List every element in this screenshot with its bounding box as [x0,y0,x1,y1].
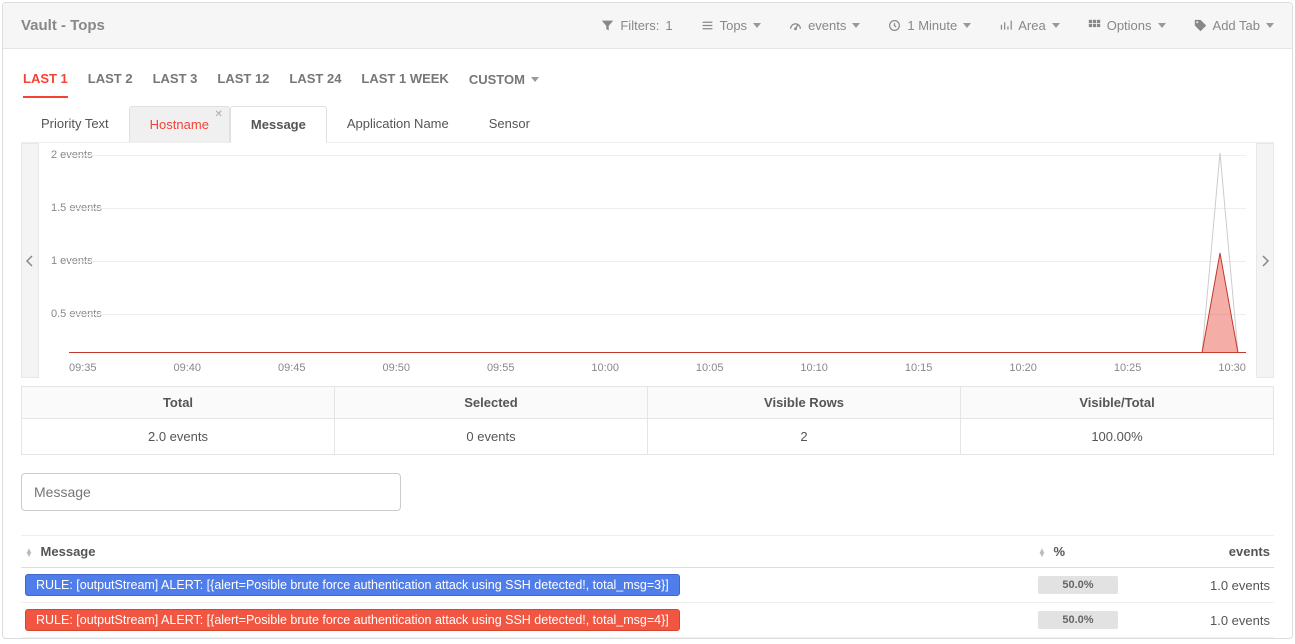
row-events: 1.0 events [1154,568,1274,603]
table-row[interactable]: RULE: [outputStream] ALERT: [{alert=Posi… [21,568,1274,603]
chevron-down-icon [1052,23,1060,28]
close-icon[interactable]: ✕ [215,109,223,120]
field-tabs: Priority Text Hostname ✕ Message Applica… [21,106,1274,143]
stats-visible-total-value: 100.00% [961,419,1273,454]
results-table: ▲▼ Message ▲▼ % events RULE: [outputStre… [21,535,1274,638]
stats-total-value: 2.0 events [22,419,334,454]
tab-message[interactable]: Message [230,106,327,143]
tab-hostname[interactable]: Hostname ✕ [129,106,230,142]
time-tab-last-2[interactable]: LAST 2 [88,71,133,98]
chevron-down-icon [1158,23,1166,28]
time-tab-last-1-week[interactable]: LAST 1 WEEK [361,71,448,98]
col-pct[interactable]: ▲▼ % [1034,536,1154,568]
message-badge: RULE: [outputStream] ALERT: [{alert=Posi… [25,574,680,596]
message-filter-input[interactable] [21,473,401,511]
clock-icon [888,19,901,32]
time-tab-last-1[interactable]: LAST 1 [23,71,68,98]
pct-bar: 50.0% [1038,611,1118,629]
x-axis [69,352,1246,353]
chart-type-dropdown[interactable]: Area [999,18,1059,33]
list-icon [701,19,714,32]
time-tab-last-24[interactable]: LAST 24 [289,71,341,98]
events-chart: 2 events 1.5 events 1 events 0.5 events … [39,143,1256,378]
stats-visible-rows-value: 2 [648,419,960,454]
col-events[interactable]: events [1154,536,1274,568]
grid-icon [1088,19,1101,32]
filter-icon [601,19,614,32]
message-badge: RULE: [outputStream] ALERT: [{alert=Posi… [25,609,680,631]
x-axis-labels: 09:35 09:40 09:45 09:50 09:55 10:00 10:0… [69,362,1246,374]
time-tab-last-12[interactable]: LAST 12 [217,71,269,98]
panel-header: Vault - Tops Filters: 1 Tops events 1 Mi… [3,3,1292,49]
stats-selected-value: 0 events [335,419,647,454]
tops-dropdown[interactable]: Tops [701,18,761,33]
col-message[interactable]: ▲▼ Message [21,536,1034,568]
chevron-down-icon [753,23,761,28]
tab-application-name[interactable]: Application Name [327,106,469,142]
add-tab-dropdown[interactable]: Add Tab [1194,18,1274,33]
time-tab-last-3[interactable]: LAST 3 [153,71,198,98]
stats-summary: Total 2.0 events Selected 0 events Visib… [21,386,1274,455]
chevron-down-icon [963,23,971,28]
chevron-down-icon [531,77,539,82]
stats-selected-header: Selected [335,387,647,419]
chevron-right-icon [1257,253,1273,269]
filters-button[interactable]: Filters: 1 [601,18,672,33]
tag-icon [1194,19,1207,32]
options-dropdown[interactable]: Options [1088,18,1166,33]
chart-next-button[interactable] [1256,143,1274,378]
time-tab-custom[interactable]: CUSTOM [469,71,539,98]
chart-prev-button[interactable] [21,143,39,378]
page-title: Vault - Tops [21,17,105,34]
row-events: 1.0 events [1154,603,1274,638]
pct-bar: 50.0% [1038,576,1118,594]
events-dropdown[interactable]: events [789,18,860,33]
tab-priority-text[interactable]: Priority Text [21,106,129,142]
stats-total-header: Total [22,387,334,419]
stats-visible-total-header: Visible/Total [961,387,1273,419]
sort-icon: ▲▼ [25,549,33,556]
interval-dropdown[interactable]: 1 Minute [888,18,971,33]
chevron-down-icon [1266,23,1274,28]
table-row[interactable]: RULE: [outputStream] ALERT: [{alert=Posi… [21,603,1274,638]
sort-icon: ▲▼ [1038,549,1046,556]
time-range-tabs: LAST 1 LAST 2 LAST 3 LAST 12 LAST 24 LAS… [21,59,1274,98]
bar-chart-icon [999,19,1012,32]
gauge-icon [789,19,802,32]
tab-sensor[interactable]: Sensor [469,106,550,142]
stats-visible-rows-header: Visible Rows [648,387,960,419]
chevron-left-icon [22,253,38,269]
chart-peak [1182,153,1242,353]
chevron-down-icon [852,23,860,28]
